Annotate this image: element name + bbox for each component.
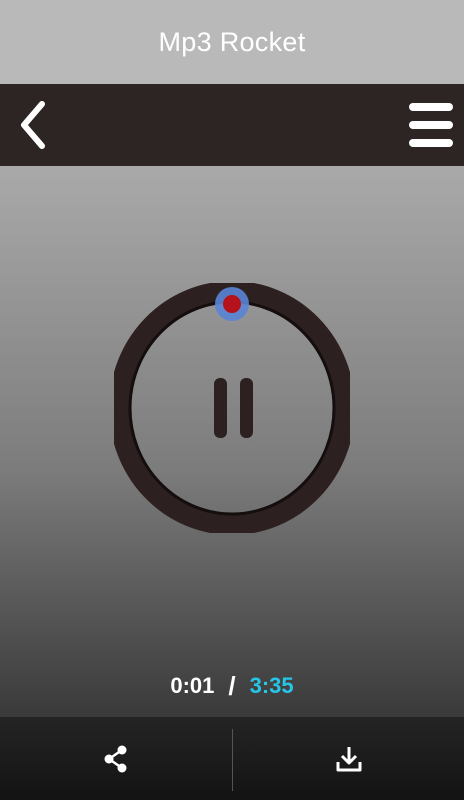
nav-bar	[0, 84, 464, 166]
menu-button[interactable]	[408, 100, 454, 150]
playback-dial	[114, 283, 350, 533]
download-button[interactable]	[233, 717, 464, 800]
pause-button[interactable]	[174, 343, 290, 473]
share-icon	[104, 745, 127, 773]
hamburger-menu-icon	[409, 103, 453, 147]
chevron-left-icon	[21, 101, 45, 149]
app-title: Mp3 Rocket	[158, 26, 306, 57]
player-area: 0:01 / 3:35	[0, 166, 464, 716]
total-time: 3:35	[249, 673, 294, 698]
download-icon	[336, 747, 361, 772]
back-button[interactable]	[12, 98, 56, 152]
share-button[interactable]	[0, 717, 232, 800]
elapsed-time: 0:01	[170, 673, 215, 698]
player-screen: Mp3 Rocket 0:01 / 3:35	[0, 0, 464, 800]
time-readout: 0:01 / 3:35	[0, 666, 464, 706]
bottom-action-bar	[0, 716, 464, 800]
progress-knob[interactable]	[215, 287, 249, 321]
time-separator: /	[228, 670, 236, 701]
title-bar: Mp3 Rocket	[0, 0, 464, 84]
